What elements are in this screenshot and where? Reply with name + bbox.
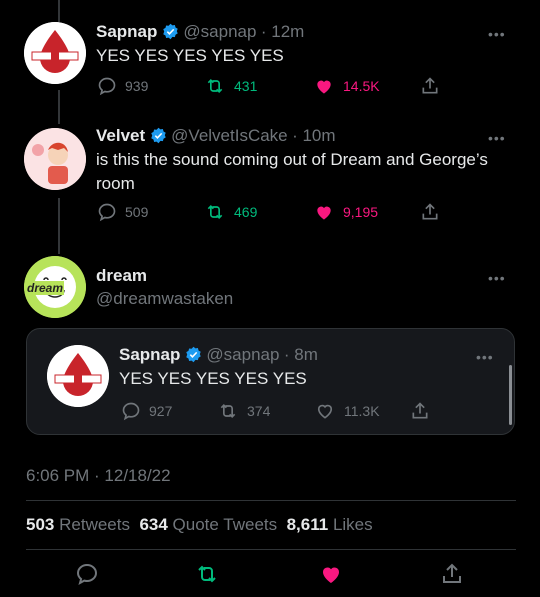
reply-icon [98, 77, 116, 96]
thread-line [58, 90, 60, 124]
share-icon [422, 77, 438, 94]
quote-tweets-stat[interactable]: 634 Quote Tweets [139, 515, 277, 534]
thread-line [58, 198, 60, 254]
tweet-time[interactable]: · 10m [292, 126, 335, 145]
divider [26, 549, 516, 550]
tweet-text-line2: room [96, 174, 135, 193]
retweets-stat[interactable]: 503 Retweets [26, 515, 130, 534]
heart-icon [317, 80, 331, 94]
main-like-button[interactable] [318, 562, 344, 591]
more-options-icon[interactable]: ••• [488, 270, 506, 286]
retweet-button[interactable]: 374 [217, 401, 270, 421]
divider [26, 500, 516, 501]
scrollbar[interactable] [509, 365, 512, 425]
author-name[interactable]: Sapnap [119, 345, 180, 364]
like-button[interactable]: 11.3K [314, 401, 380, 421]
sapnap-avatar-icon [47, 345, 109, 407]
main-share-button[interactable] [440, 562, 464, 591]
more-options-icon[interactable]: ••• [488, 26, 506, 42]
heart-icon [317, 206, 331, 220]
thread-line [58, 0, 60, 22]
velvet-avatar-icon [24, 128, 86, 190]
like-count: 14.5K [343, 78, 380, 94]
sapnap-avatar-icon [24, 22, 86, 84]
heart-icon [317, 404, 333, 419]
like-count: 11.3K [344, 403, 380, 419]
likes-stat[interactable]: 8,611 Likes [287, 515, 373, 534]
avatar[interactable] [24, 128, 86, 190]
like-count: 9,195 [343, 204, 379, 220]
engagement-stats: 503 Retweets 634 Quote Tweets 8,611 Like… [26, 515, 373, 535]
avatar-text: dream [26, 281, 65, 295]
verified-badge-icon [150, 127, 167, 149]
tweet-text: YES YES YES YES YES [96, 46, 284, 65]
verified-badge-icon [162, 23, 179, 45]
tweet-time[interactable]: · 12m [261, 22, 304, 41]
tweet-timestamp[interactable]: 6:06 PM · 12/18/22 [26, 466, 171, 486]
share-button[interactable] [420, 202, 440, 222]
retweet-icon [207, 78, 223, 94]
avatar[interactable] [24, 22, 86, 84]
tweet-text: YES YES YES YES YES [119, 369, 307, 388]
avatar[interactable]: dream [24, 256, 86, 318]
share-icon [443, 563, 461, 583]
heart-icon [323, 567, 339, 583]
author-handle[interactable]: @VelvetIsCake [171, 126, 287, 145]
more-options-icon[interactable]: ••• [476, 349, 494, 365]
tweet-time[interactable]: · 8m [284, 345, 318, 364]
author-name[interactable]: Velvet [96, 126, 145, 145]
reply-icon [98, 203, 116, 222]
retweet-count: 374 [247, 403, 271, 419]
reply-count: 939 [125, 78, 149, 94]
main-retweet-button[interactable] [194, 562, 220, 591]
like-button[interactable]: 9,195 [313, 202, 378, 222]
author-handle[interactable]: @dreamwastaken [96, 289, 233, 309]
reply-icon [122, 402, 140, 421]
author-name[interactable]: dream [96, 266, 147, 286]
reply-count: 509 [125, 204, 149, 220]
reply-button[interactable]: 509 [97, 202, 148, 222]
avatar[interactable] [47, 345, 109, 407]
reply-button[interactable]: 927 [121, 401, 172, 421]
share-icon [412, 402, 428, 419]
retweet-icon [198, 565, 216, 583]
author-handle[interactable]: @sapnap [206, 345, 279, 364]
main-reply-button[interactable] [75, 562, 99, 591]
share-button[interactable] [410, 401, 430, 421]
reply-count: 927 [149, 403, 173, 419]
like-button[interactable]: 14.5K [313, 76, 380, 96]
retweet-count: 469 [234, 204, 258, 220]
reply-button[interactable]: 939 [97, 76, 148, 96]
verified-badge-icon [185, 346, 202, 368]
tweet-text-line1: is this the sound coming out of Dream an… [96, 150, 488, 169]
quoted-tweet-card[interactable]: Sapnap @sapnap · 8m ••• YES YES YES YES Y… [26, 328, 515, 435]
retweet-button[interactable]: 431 [204, 76, 257, 96]
share-icon [422, 203, 438, 220]
more-options-icon[interactable]: ••• [488, 130, 506, 146]
share-button[interactable] [420, 76, 440, 96]
reply-icon [76, 563, 98, 586]
author-name[interactable]: Sapnap [96, 22, 157, 41]
retweet-count: 431 [234, 78, 258, 94]
retweet-button[interactable]: 469 [204, 202, 257, 222]
retweet-icon [220, 403, 236, 419]
author-handle[interactable]: @sapnap [183, 22, 256, 41]
retweet-icon [207, 204, 223, 220]
